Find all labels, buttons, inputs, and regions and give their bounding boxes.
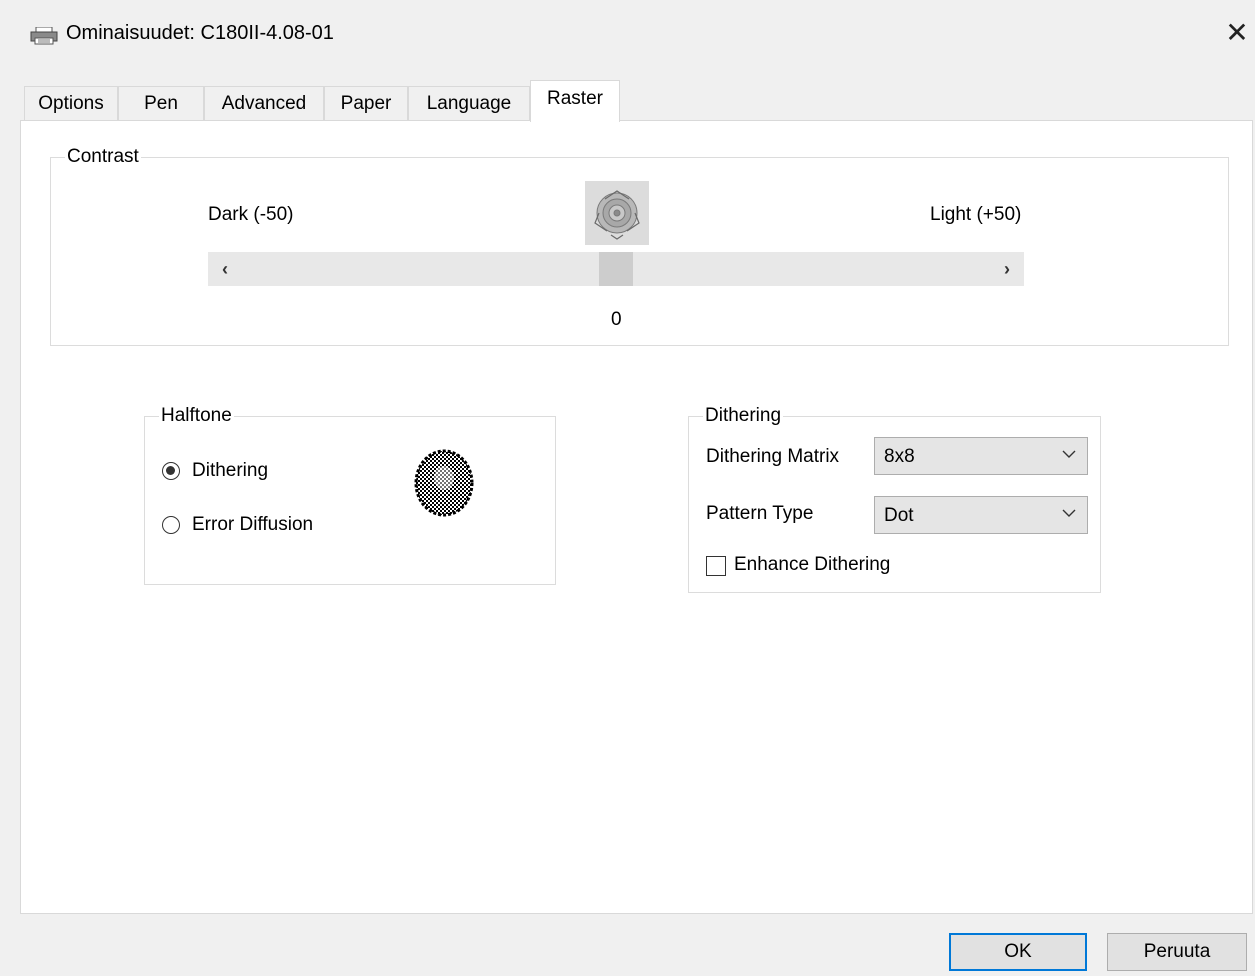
contrast-value: 0 — [611, 309, 622, 330]
slider-right-arrow-icon[interactable]: › — [990, 252, 1024, 286]
pattern-type-value: Dot — [884, 505, 914, 526]
ok-button[interactable]: OK — [949, 933, 1087, 971]
slider-left-arrow-icon[interactable]: ‹ — [208, 252, 242, 286]
radio-dithering[interactable] — [162, 462, 180, 480]
halftone-legend: Halftone — [161, 405, 232, 426]
radio-error-diffusion-label[interactable]: Error Diffusion — [192, 514, 313, 536]
dithering-matrix-select[interactable]: 8x8 — [874, 437, 1088, 475]
cancel-button[interactable]: Peruuta — [1107, 933, 1247, 971]
enhance-dithering-label[interactable]: Enhance Dithering — [734, 554, 890, 576]
contrast-legend: Contrast — [67, 146, 139, 167]
halftone-preview-icon — [414, 449, 474, 517]
tab-raster[interactable]: Raster — [530, 80, 620, 122]
dithering-legend: Dithering — [705, 405, 782, 426]
contrast-light-label: Light (+50) — [930, 204, 1022, 225]
pattern-type-select[interactable]: Dot — [874, 496, 1088, 534]
pattern-type-label: Pattern Type — [706, 503, 814, 524]
radio-dithering-label[interactable]: Dithering — [192, 460, 268, 482]
contrast-preview-icon — [585, 181, 649, 245]
tab-pen[interactable]: Pen — [118, 86, 204, 120]
contrast-dark-label: Dark (-50) — [208, 204, 294, 225]
tab-options[interactable]: Options — [24, 86, 118, 120]
enhance-dithering-checkbox[interactable] — [706, 556, 726, 576]
dithering-matrix-label: Dithering Matrix — [706, 446, 840, 467]
close-button[interactable]: ✕ — [1220, 16, 1254, 50]
tab-paper[interactable]: Paper — [324, 86, 408, 120]
window-title: Ominaisuudet: C180II-4.08-01 — [66, 22, 334, 44]
radio-error-diffusion[interactable] — [162, 516, 180, 534]
contrast-group: Contrast — [50, 146, 1229, 346]
dithering-matrix-value: 8x8 — [884, 446, 915, 467]
tab-advanced[interactable]: Advanced — [204, 86, 324, 120]
chevron-down-icon — [1062, 509, 1076, 517]
halftone-group: Halftone — [144, 405, 556, 585]
chevron-down-icon — [1062, 450, 1076, 458]
contrast-slider-thumb[interactable] — [599, 252, 633, 286]
printer-icon — [30, 27, 58, 45]
tab-language[interactable]: Language — [408, 86, 530, 120]
